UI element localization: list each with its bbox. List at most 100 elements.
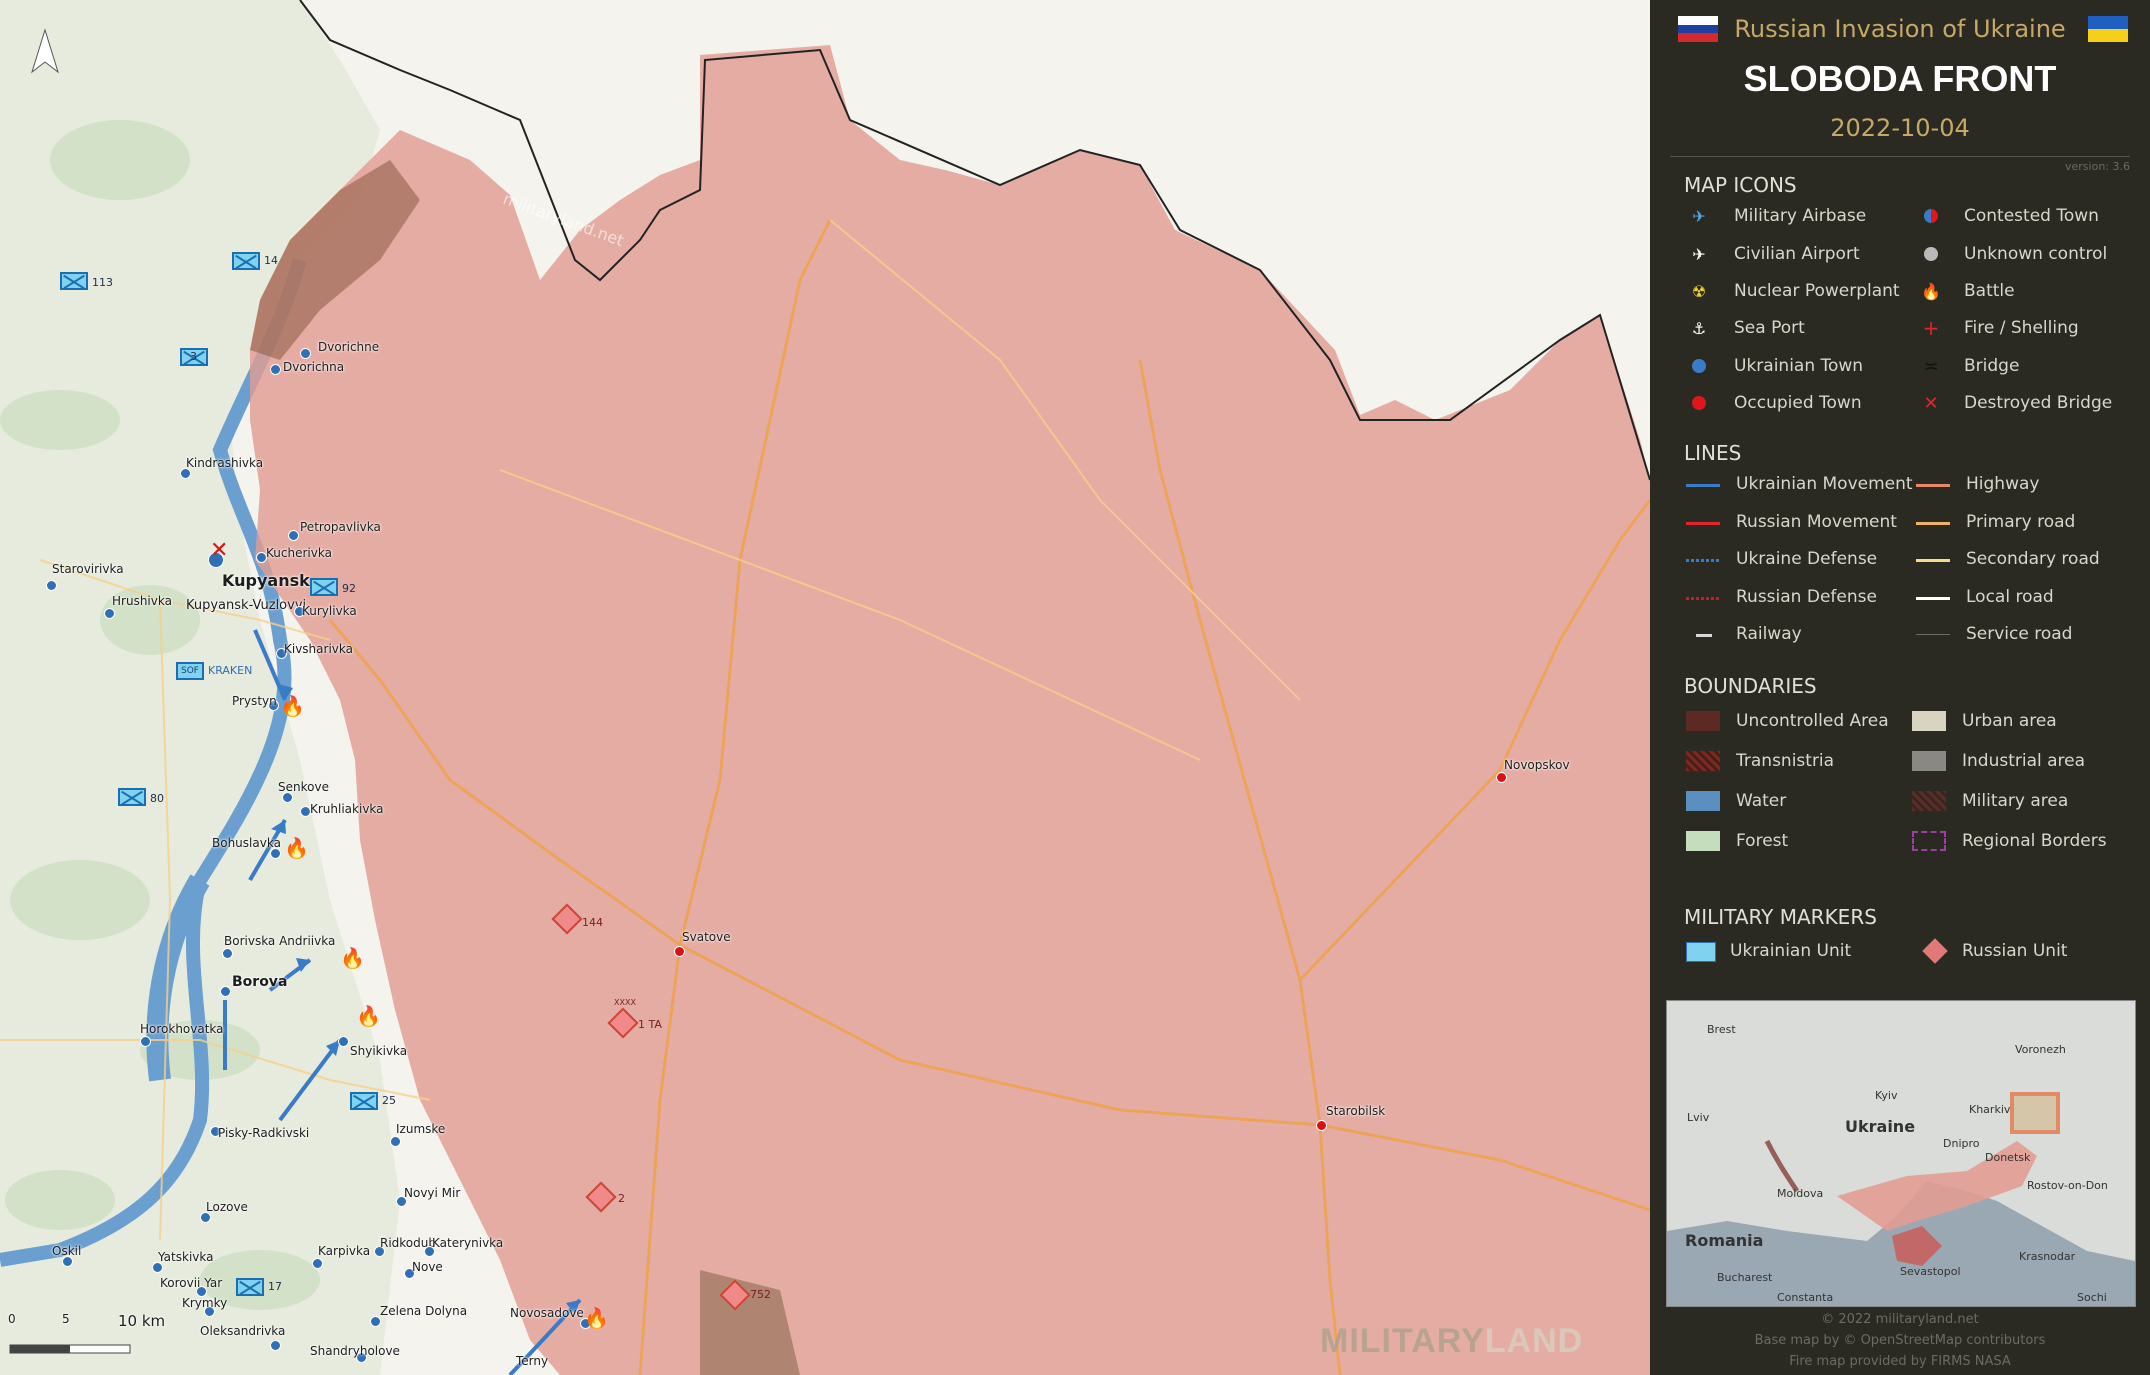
inset-label: Brest: [1707, 1023, 1736, 1036]
inset-label: Constanta: [1777, 1291, 1834, 1304]
unit-label: 3: [190, 350, 197, 363]
town-label[interactable]: Borova: [232, 974, 287, 990]
town-label[interactable]: Nove: [412, 1260, 443, 1274]
town-label[interactable]: Starovirivka: [52, 562, 124, 576]
ukrainian-unit-marker[interactable]: [118, 788, 146, 806]
battle-icon: 🔥: [1921, 281, 1941, 301]
legend-label: Battle: [1964, 281, 2015, 301]
legend-label: Fire / Shelling: [1964, 318, 2079, 338]
town-label-occupied[interactable]: Novopskov: [1504, 758, 1570, 772]
legend-label: Regional Borders: [1962, 831, 2107, 851]
town-label[interactable]: Krymky: [182, 1296, 227, 1310]
railway-line: [1696, 634, 1712, 637]
russian-movement-line: [1686, 522, 1720, 525]
battle-icon[interactable]: 🔥: [356, 1004, 381, 1028]
town-label[interactable]: Kruhliakivka: [310, 802, 384, 816]
town-label[interactable]: Kindrashivka: [186, 456, 263, 470]
town-label-occupied[interactable]: Starobilsk: [1326, 1104, 1385, 1118]
town-label[interactable]: Lozove: [206, 1200, 248, 1214]
ukrainian-sof-unit-marker[interactable]: SOF: [176, 662, 204, 680]
legend-label: Ukrainian Town: [1734, 356, 1864, 376]
militaryland-logo: MILITARYLAND: [1320, 1322, 1583, 1361]
town-label[interactable]: Horokhovatka: [140, 1022, 224, 1036]
panel-title: SLOBODA FRONT: [1743, 58, 2057, 99]
map-canvas[interactable]: 0 5 10 km militaryland.net Dvorichne Dvo…: [0, 0, 1650, 1375]
town-label[interactable]: Kucherivka: [266, 546, 332, 560]
town-label[interactable]: Terny: [516, 1354, 548, 1368]
local-road-line: [1916, 597, 1950, 600]
ukrainian-unit-marker[interactable]: [60, 272, 88, 290]
battle-icon[interactable]: 🔥: [584, 1306, 609, 1330]
battle-icon[interactable]: 🔥: [340, 946, 365, 970]
town-label[interactable]: Oleksandrivka: [200, 1324, 285, 1338]
ukrainian-unit-marker[interactable]: [236, 1278, 264, 1296]
town-label[interactable]: Shandryholove: [310, 1344, 400, 1358]
town-label[interactable]: Shyikivka: [350, 1044, 407, 1058]
town-label-occupied[interactable]: Svatove: [682, 930, 731, 944]
destroyed-bridge-icon: ✕: [1923, 392, 1939, 414]
town-label[interactable]: Novyi Mir: [404, 1186, 460, 1200]
town-label[interactable]: Senkove: [278, 780, 329, 794]
unit-label: 2: [618, 1192, 625, 1205]
legend-label: Military area: [1962, 791, 2069, 811]
town-label[interactable]: Katerynivka: [432, 1236, 503, 1250]
town-label[interactable]: Kivsharivka: [284, 642, 353, 656]
ukraine-defense-line: [1686, 559, 1720, 562]
inset-label: Rostov-on-Don: [2027, 1179, 2108, 1192]
town-label[interactable]: Karpivka: [318, 1244, 370, 1258]
inset-label: Moldova: [1777, 1187, 1824, 1200]
town-dot: [270, 1340, 281, 1351]
town-label[interactable]: Dvorichna: [283, 360, 344, 374]
primary-road-line: [1916, 522, 1950, 525]
town-label[interactable]: Kurylivka: [302, 604, 357, 618]
industrial-area-swatch: [1912, 751, 1946, 771]
ukrainian-unit-swatch: [1686, 942, 1716, 962]
town-label[interactable]: Kupyansk-Vuzlovyi: [186, 598, 306, 613]
lines-title: LINES: [1684, 441, 1742, 465]
legend-label: Occupied Town: [1734, 393, 1862, 413]
ukrainian-unit-marker[interactable]: [350, 1092, 378, 1110]
inset-label: Voronezh: [2015, 1043, 2066, 1056]
town-label[interactable]: Dvorichne: [318, 340, 379, 354]
legend-label: Bridge: [1964, 356, 2020, 376]
legend-label: Urban area: [1962, 711, 2057, 731]
overview-inset-map[interactable]: Brest Voronezh Kyiv Kharkiv Lviv Ukraine…: [1666, 1000, 2136, 1307]
battle-icon[interactable]: 🔥: [280, 694, 305, 718]
town-label[interactable]: Prystyn: [232, 694, 277, 708]
town-label[interactable]: Pisky-Radkivski: [218, 1126, 309, 1140]
legend-label: Water: [1736, 791, 1787, 811]
town-label[interactable]: Petropavlivka: [300, 520, 381, 534]
town-label[interactable]: Zelena Dolyna: [380, 1304, 467, 1318]
boundaries-title: BOUNDARIES: [1684, 674, 1817, 698]
bridge-icon: ≍: [1923, 355, 1939, 377]
inset-label: Kharkiv: [1969, 1103, 2011, 1116]
town-label[interactable]: Hrushivka: [112, 594, 172, 608]
inset-label: Krasnodar: [2019, 1250, 2076, 1263]
scale-five: 5: [62, 1312, 70, 1326]
battle-icon[interactable]: 🔥: [284, 836, 309, 860]
ukrainian-unit-marker[interactable]: [310, 578, 338, 596]
legend-label: Ukrainian Unit: [1730, 941, 1852, 961]
legend-label: Military Airbase: [1734, 206, 1867, 226]
legend-label: Civilian Airport: [1734, 244, 1860, 264]
unknown-control-icon: [1918, 244, 1944, 264]
town-label[interactable]: Bohuslavka: [212, 836, 281, 850]
ukrainian-unit-marker[interactable]: [232, 252, 260, 270]
credit-line: Fire map provided by FIRMS NASA: [1789, 1354, 2011, 1369]
occupied-town-dot: [1316, 1120, 1327, 1131]
town-dot: [300, 348, 311, 359]
town-label[interactable]: Yatskivka: [158, 1250, 213, 1264]
town-label-kupyansk[interactable]: Kupyansk: [222, 571, 310, 590]
legend-label: Primary road: [1966, 512, 2076, 532]
town-dot: [222, 948, 233, 959]
russian-defense-line: [1686, 597, 1720, 600]
town-dot: [220, 986, 231, 997]
town-label[interactable]: Korovii Yar: [160, 1276, 222, 1290]
town-label[interactable]: Oskil: [52, 1244, 81, 1258]
town-label[interactable]: Borivska Andriivka: [224, 934, 335, 948]
fire-shelling-icon: +: [1922, 316, 1940, 340]
town-dot: [46, 580, 57, 591]
town-label[interactable]: Izumske: [396, 1122, 445, 1136]
unit-label: 25: [382, 1094, 396, 1107]
town-label[interactable]: Novosadove: [510, 1306, 584, 1320]
